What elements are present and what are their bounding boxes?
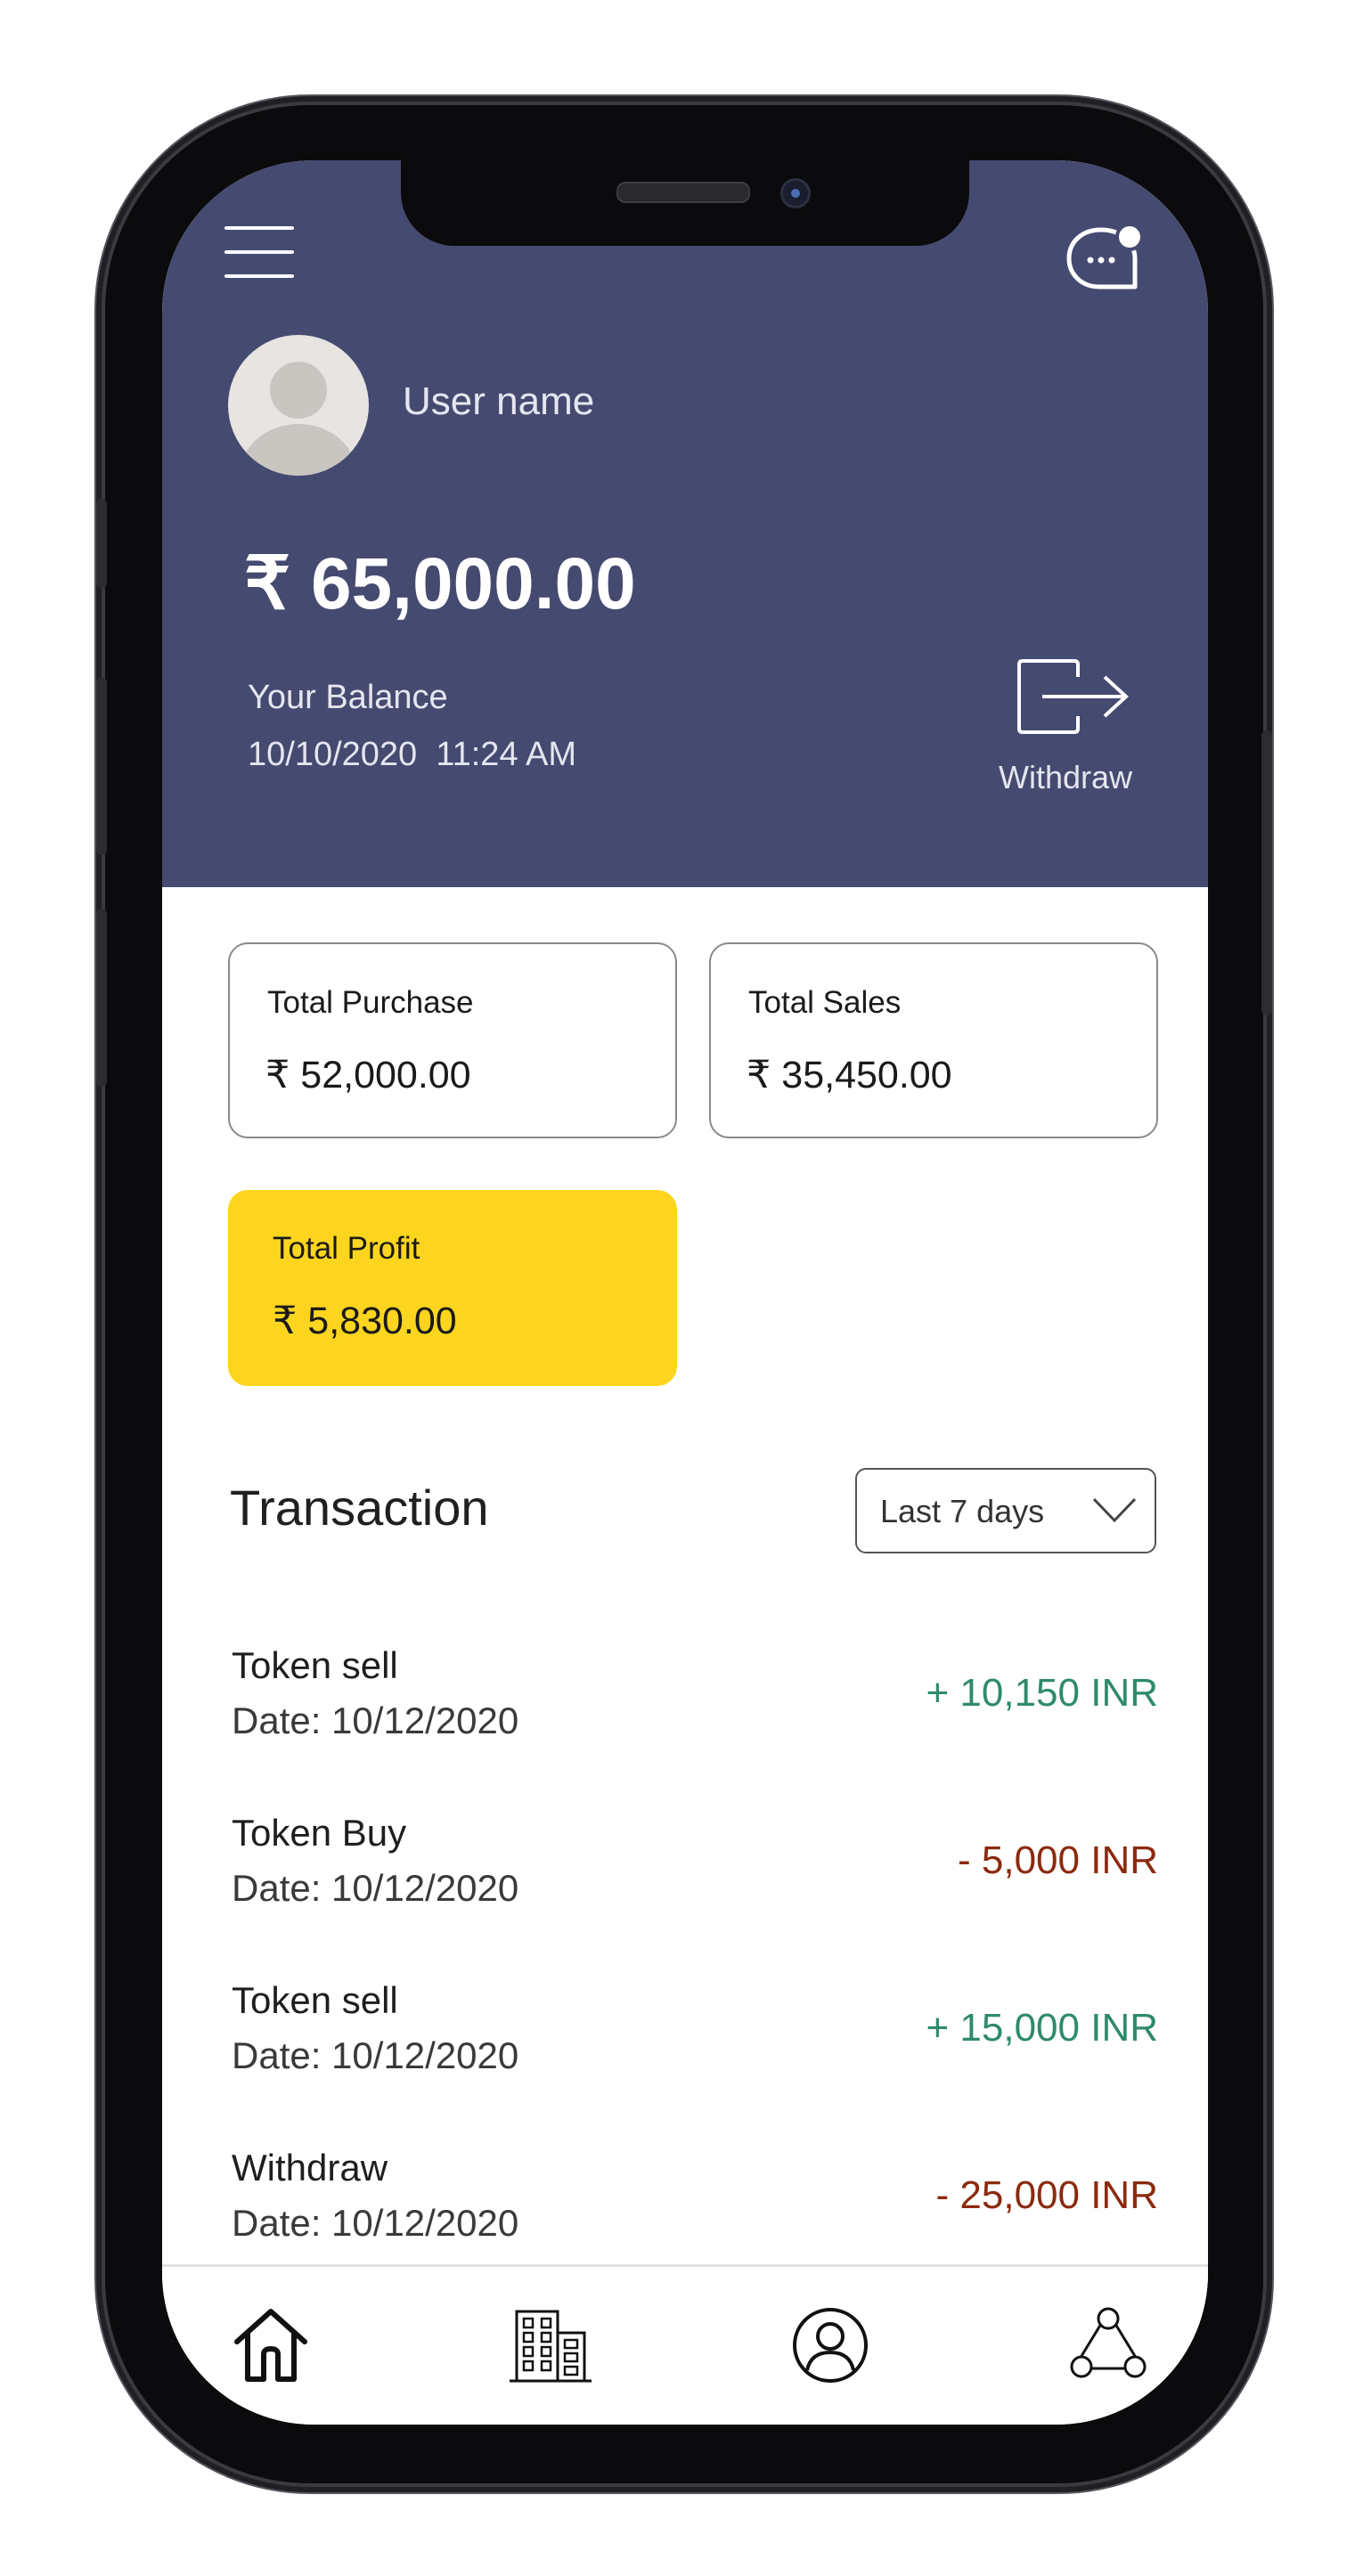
card-title: Total Sales bbox=[748, 985, 902, 1020]
volume-up-button bbox=[96, 677, 107, 855]
total-purchase-card[interactable]: Total Purchase ₹ 52,000.00 bbox=[228, 942, 677, 1138]
bottom-nav bbox=[162, 2264, 1208, 2425]
card-value: ₹ 52,000.00 bbox=[265, 1054, 471, 1096]
network-icon[interactable] bbox=[1065, 2303, 1151, 2388]
withdraw-button[interactable]: Withdraw bbox=[989, 659, 1142, 802]
dropdown-label: Last 7 days bbox=[880, 1493, 1045, 1529]
transaction-type: Token sell bbox=[232, 1644, 398, 1686]
balance-amount: ₹ 65,000.00 bbox=[244, 543, 636, 624]
transaction-row[interactable]: Token Buy Date: 10/12/2020 - 5,000 INR bbox=[232, 1812, 1158, 1945]
transaction-amount: - 5,000 INR bbox=[958, 1838, 1158, 1882]
total-sales-card[interactable]: Total Sales ₹ 35,450.00 bbox=[709, 942, 1158, 1138]
card-value: ₹ 5,830.00 bbox=[273, 1300, 457, 1342]
chat-notification-icon[interactable] bbox=[1060, 217, 1146, 298]
exit-arrow-icon bbox=[1017, 659, 1129, 734]
transaction-date: Date: 10/12/2020 bbox=[232, 2034, 519, 2076]
front-camera bbox=[780, 178, 811, 208]
app-screen: User name ₹ 65,000.00 Your Balance 10/10… bbox=[162, 160, 1208, 2425]
transaction-date: Date: 10/12/2020 bbox=[232, 2202, 519, 2244]
mute-switch bbox=[96, 499, 107, 588]
transaction-row[interactable]: Token sell Date: 10/12/2020 + 15,000 INR bbox=[232, 1979, 1158, 2113]
card-title: Total Purchase bbox=[267, 985, 474, 1020]
transaction-date: Date: 10/12/2020 bbox=[232, 1867, 519, 1909]
transaction-type: Withdraw bbox=[232, 2147, 388, 2189]
transaction-amount: - 25,000 INR bbox=[935, 2173, 1158, 2217]
balance-datetime: 10/10/2020 11:24 AM bbox=[248, 736, 577, 773]
date-range-dropdown[interactable]: Last 7 days bbox=[855, 1468, 1156, 1553]
transaction-heading: Transaction bbox=[230, 1480, 489, 1536]
power-button bbox=[1261, 730, 1272, 1015]
user-name: User name bbox=[403, 379, 595, 423]
transaction-amount: + 15,000 INR bbox=[926, 2006, 1159, 2050]
total-profit-card[interactable]: Total Profit ₹ 5,830.00 bbox=[228, 1190, 677, 1386]
transaction-row[interactable]: Token sell Date: 10/12/2020 + 10,150 INR bbox=[232, 1644, 1158, 1778]
buildings-icon[interactable] bbox=[508, 2303, 593, 2388]
transaction-amount: + 10,150 INR bbox=[926, 1671, 1159, 1715]
avatar[interactable] bbox=[228, 335, 369, 476]
chevron-down-icon bbox=[1092, 1497, 1137, 1523]
volume-down-button bbox=[96, 909, 107, 1087]
transaction-type: Token sell bbox=[232, 1979, 398, 2021]
hamburger-menu-icon[interactable] bbox=[224, 226, 294, 278]
balance-label: Your Balance bbox=[248, 679, 448, 716]
profile-icon[interactable] bbox=[788, 2303, 873, 2388]
speaker-grille bbox=[616, 182, 750, 203]
card-value: ₹ 35,450.00 bbox=[747, 1054, 952, 1096]
transaction-row[interactable]: Withdraw Date: 10/12/2020 - 25,000 INR bbox=[232, 2147, 1158, 2280]
transaction-date: Date: 10/12/2020 bbox=[232, 1700, 519, 1741]
notch bbox=[401, 160, 969, 246]
withdraw-label: Withdraw bbox=[998, 759, 1133, 795]
balance-header: User name ₹ 65,000.00 Your Balance 10/10… bbox=[162, 160, 1208, 887]
home-icon[interactable] bbox=[228, 2303, 314, 2388]
card-title: Total Profit bbox=[273, 1231, 420, 1266]
transaction-type: Token Buy bbox=[232, 1812, 407, 1854]
